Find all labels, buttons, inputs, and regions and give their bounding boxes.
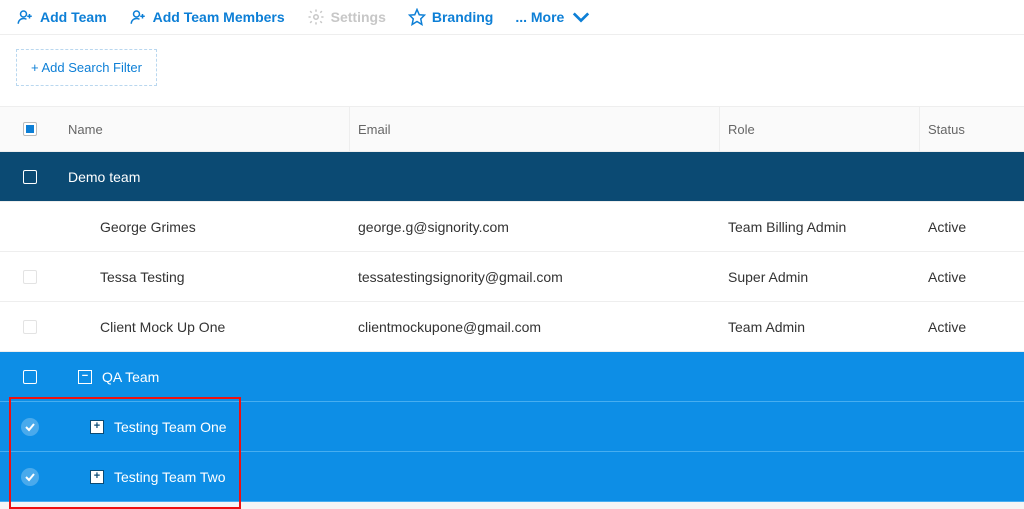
team-checkbox[interactable]	[23, 370, 37, 384]
team-table: Name Email Role Status Demo team George …	[0, 106, 1024, 502]
person-plus-icon	[16, 8, 34, 26]
table-row[interactable]: Client Mock Up One clientmockupone@gmail…	[0, 302, 1024, 352]
member-role: Super Admin	[720, 252, 920, 301]
add-team-members-label: Add Team Members	[153, 9, 285, 25]
member-email: tessatestingsignority@gmail.com	[350, 252, 720, 301]
team-row-testing-one[interactable]: + Testing Team One	[0, 402, 1024, 452]
chevron-down-icon	[572, 8, 590, 26]
more-label: ... More	[515, 9, 564, 25]
branding-button[interactable]: Branding	[408, 8, 493, 26]
member-role: Team Admin	[720, 302, 920, 351]
select-all-checkbox[interactable]	[23, 122, 37, 136]
member-status: Active	[920, 302, 1024, 351]
add-search-filter-button[interactable]: + Add Search Filter	[16, 49, 157, 86]
team-checkbox[interactable]	[23, 170, 37, 184]
member-email: clientmockupone@gmail.com	[350, 302, 720, 351]
expand-icon[interactable]: +	[90, 470, 104, 484]
row-checkbox-checked[interactable]	[21, 418, 39, 436]
table-header-row: Name Email Role Status	[0, 106, 1024, 152]
member-email: george.g@signority.com	[350, 202, 720, 251]
member-name: George Grimes	[60, 202, 350, 251]
branding-label: Branding	[432, 9, 493, 25]
member-status: Active	[920, 202, 1024, 251]
table-row[interactable]: Tessa Testing tessatestingsignority@gmai…	[0, 252, 1024, 302]
settings-button: Settings	[307, 8, 386, 26]
member-status: Active	[920, 252, 1024, 301]
star-icon	[408, 8, 426, 26]
toolbar: Add Team Add Team Members Settings Brand…	[0, 0, 1024, 35]
filter-bar: + Add Search Filter	[0, 35, 1024, 106]
column-status[interactable]: Status	[920, 107, 1024, 151]
collapse-icon[interactable]: −	[78, 370, 92, 384]
add-team-button[interactable]: Add Team	[16, 8, 107, 26]
member-name: Client Mock Up One	[60, 302, 350, 351]
expand-icon[interactable]: +	[90, 420, 104, 434]
team-label: Testing Team One	[114, 419, 227, 435]
row-checkbox[interactable]	[23, 270, 37, 284]
member-name: Tessa Testing	[60, 252, 350, 301]
add-team-members-button[interactable]: Add Team Members	[129, 8, 285, 26]
more-dropdown[interactable]: ... More	[515, 8, 590, 26]
settings-label: Settings	[331, 9, 386, 25]
member-role: Team Billing Admin	[720, 202, 920, 251]
gear-icon	[307, 8, 325, 26]
team-row-qa[interactable]: − QA Team	[0, 352, 1024, 402]
team-label: QA Team	[102, 369, 159, 385]
row-checkbox-checked[interactable]	[21, 468, 39, 486]
column-email[interactable]: Email	[350, 107, 720, 151]
team-label: Demo team	[68, 169, 140, 185]
add-team-label: Add Team	[40, 9, 107, 25]
table-row[interactable]: George Grimes george.g@signority.com Tea…	[0, 202, 1024, 252]
team-label: Testing Team Two	[114, 469, 226, 485]
column-name[interactable]: Name	[60, 107, 350, 151]
team-row-demo[interactable]: Demo team	[0, 152, 1024, 202]
column-role[interactable]: Role	[720, 107, 920, 151]
person-add-icon	[129, 8, 147, 26]
team-row-testing-two[interactable]: + Testing Team Two	[0, 452, 1024, 502]
row-checkbox[interactable]	[23, 320, 37, 334]
